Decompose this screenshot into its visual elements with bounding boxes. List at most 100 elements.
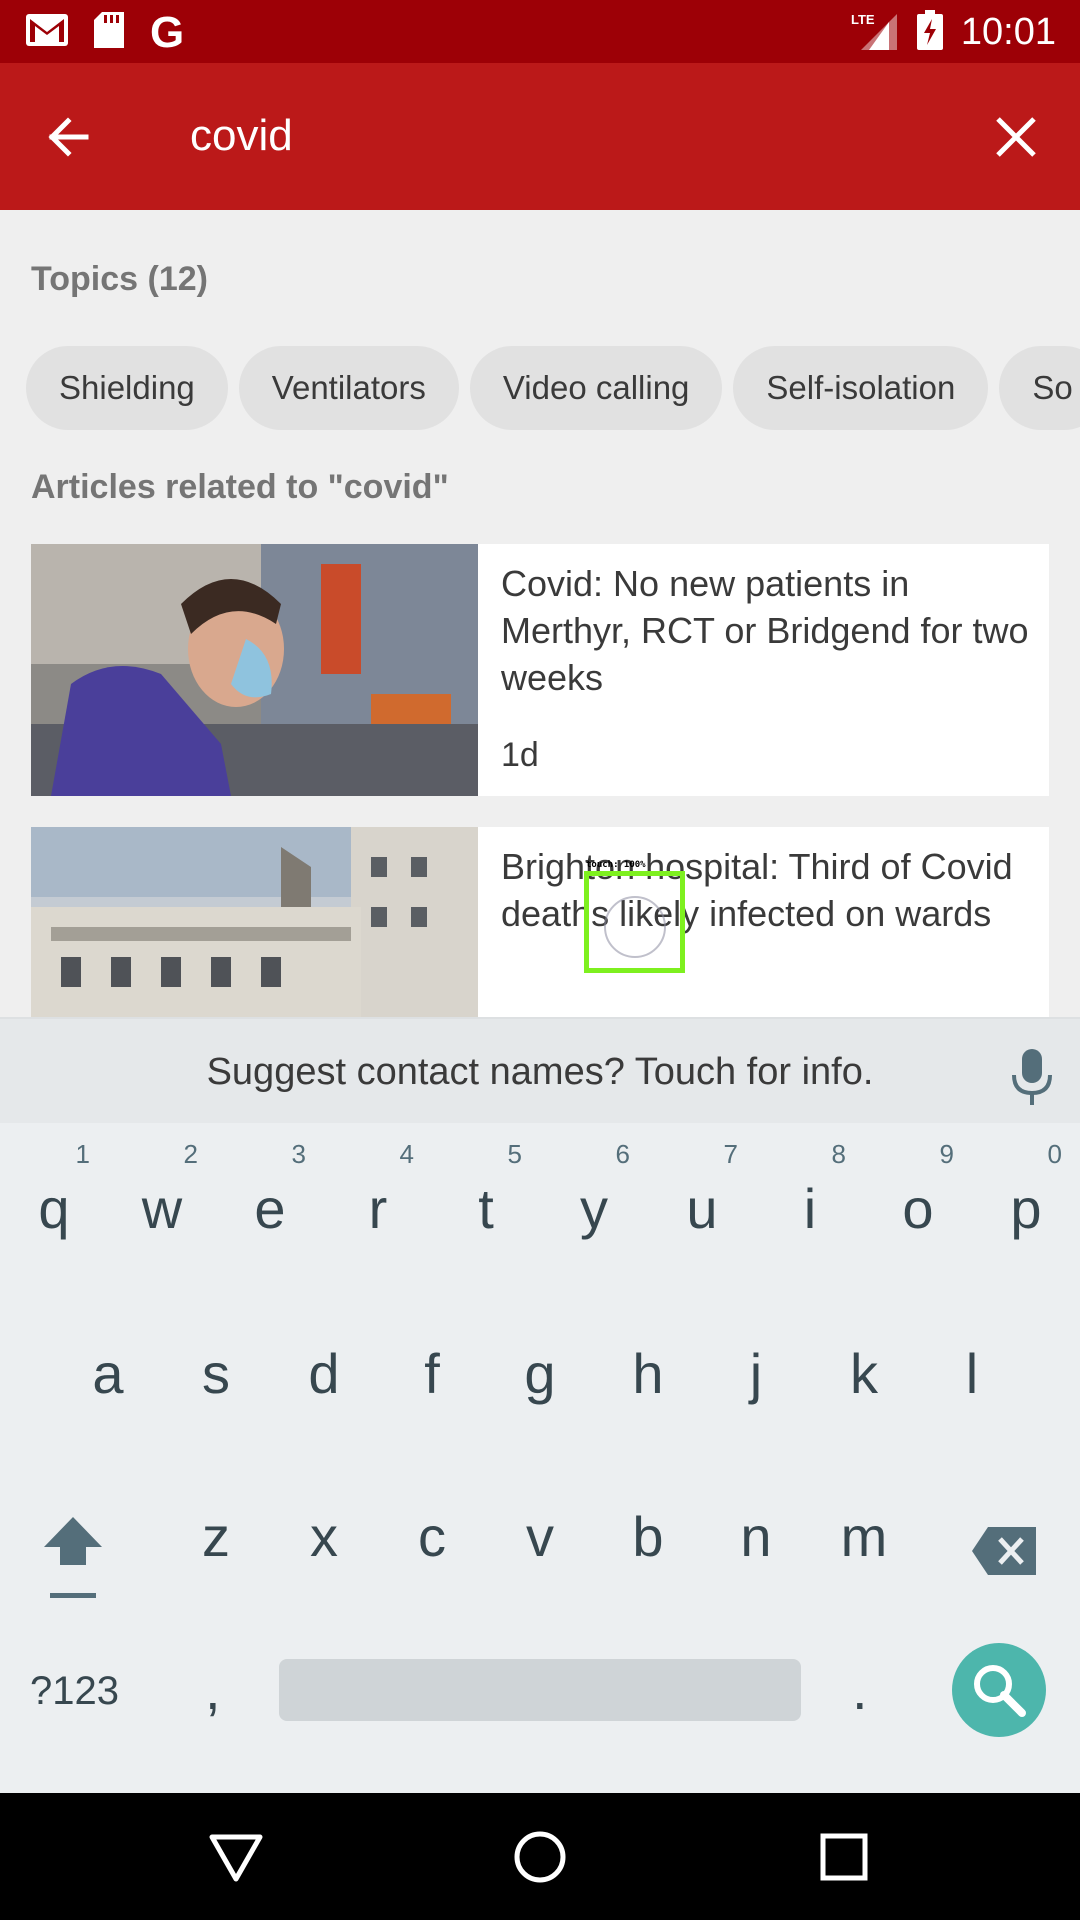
key-j[interactable]: j	[702, 1294, 810, 1444]
key-x[interactable]: x	[270, 1457, 378, 1607]
article-card[interactable]: Covid: No new patients in Merthyr, RCT o…	[31, 544, 1049, 796]
key-label: x	[310, 1505, 338, 1568]
arrow-left-icon[interactable]	[40, 109, 100, 165]
article-age: 1d	[501, 736, 539, 774]
lte-signal-icon: LTE	[851, 10, 899, 55]
key-v[interactable]: v	[486, 1457, 594, 1607]
keyboard: Suggest contact names? Touch for info. q…	[0, 1017, 1080, 1793]
key-w[interactable]: w2	[108, 1129, 216, 1279]
keyboard-row-3: z xcv b n m	[0, 1457, 1080, 1607]
key-label: s	[202, 1342, 230, 1405]
topic-chip-video-calling[interactable]: Video calling	[469, 346, 723, 430]
key-label: u	[686, 1177, 718, 1240]
article-thumbnail	[31, 544, 478, 796]
key-label: i	[803, 1177, 817, 1240]
key-s[interactable]: s	[162, 1294, 270, 1444]
key-number-hint: 3	[291, 1139, 306, 1169]
status-time: 10:01	[960, 11, 1056, 53]
article-card[interactable]: Brighton hospital: Third of Covid deaths…	[31, 827, 1049, 1017]
microphone-icon[interactable]	[1010, 1049, 1054, 1105]
key-u[interactable]: u7	[648, 1129, 756, 1279]
search-key[interactable]	[952, 1643, 1046, 1737]
topic-chip-ventilators[interactable]: Ventilators	[238, 346, 459, 430]
key-label: m	[840, 1505, 888, 1568]
backspace-key[interactable]	[972, 1527, 1036, 1580]
key-n[interactable]: n	[702, 1457, 810, 1607]
key-number-hint: 1	[75, 1139, 90, 1169]
topic-chip-partial[interactable]: So	[999, 346, 1080, 430]
key-label: o	[902, 1177, 934, 1240]
key-label: h	[632, 1342, 664, 1405]
suggestion-strip[interactable]: Suggest contact names? Touch for info.	[0, 1017, 1080, 1123]
key-c[interactable]: c	[378, 1457, 486, 1607]
comma-key[interactable]: ,	[205, 1657, 221, 1722]
key-label: y	[580, 1177, 608, 1240]
key-label: j	[749, 1342, 763, 1405]
battery-charging-icon	[916, 9, 943, 55]
key-label: p	[1010, 1177, 1042, 1240]
key-label: b	[632, 1505, 664, 1568]
key-label: t	[478, 1177, 494, 1240]
svg-text:LTE: LTE	[851, 12, 875, 27]
home-circle-icon[interactable]	[510, 1827, 570, 1887]
space-key[interactable]	[279, 1659, 801, 1721]
key-label: a	[92, 1342, 124, 1405]
search-app-bar: covid	[0, 63, 1080, 210]
key-label: k	[850, 1342, 878, 1405]
keyboard-row-2: a s dfg h j kl	[0, 1294, 1080, 1444]
key-q[interactable]: q1	[0, 1129, 108, 1279]
key-t[interactable]: t5	[432, 1129, 540, 1279]
key-number-hint: 4	[399, 1139, 414, 1169]
key-o[interactable]: o9	[864, 1129, 972, 1279]
key-l[interactable]: l	[918, 1294, 1026, 1444]
topic-chip-shielding[interactable]: Shielding	[26, 346, 228, 430]
key-label: r	[368, 1177, 388, 1240]
articles-heading: Articles related to "covid"	[31, 468, 449, 506]
key-label: d	[308, 1342, 340, 1405]
suggestion-text[interactable]: Suggest contact names? Touch for info.	[0, 1019, 1080, 1125]
key-p[interactable]: p0	[972, 1129, 1080, 1279]
topics-heading: Topics (12)	[31, 260, 208, 298]
key-f[interactable]: f	[378, 1294, 486, 1444]
keyboard-row-4: ?123 , .	[0, 1623, 1080, 1773]
key-number-hint: 5	[507, 1139, 522, 1169]
search-input[interactable]: covid	[190, 108, 293, 164]
navigation-bar	[0, 1793, 1080, 1920]
key-h[interactable]: h	[594, 1294, 702, 1444]
article-headline: Covid: No new patients in Merthyr, RCT o…	[501, 563, 1029, 698]
key-r[interactable]: r4	[324, 1129, 432, 1279]
symbols-key[interactable]: ?123	[30, 1669, 119, 1714]
key-z[interactable]: z	[162, 1457, 270, 1607]
key-label: n	[740, 1505, 772, 1568]
key-label: v	[526, 1505, 554, 1568]
recents-square-icon[interactable]	[814, 1827, 874, 1887]
key-d[interactable]: d	[270, 1294, 378, 1444]
key-number-hint: 0	[1047, 1139, 1062, 1169]
screen: { "status_bar": { "time": "10:01", "netw…	[0, 0, 1080, 1920]
key-label: z	[202, 1505, 230, 1568]
gmail-icon	[26, 14, 68, 51]
key-m[interactable]: m	[810, 1457, 918, 1607]
google-icon: G	[150, 7, 185, 57]
key-k[interactable]: k	[810, 1294, 918, 1444]
key-number-hint: 9	[939, 1139, 954, 1169]
key-label: w	[141, 1177, 183, 1240]
shift-key[interactable]	[40, 1513, 106, 1608]
key-a[interactable]: a	[54, 1294, 162, 1444]
close-icon[interactable]	[988, 109, 1044, 165]
key-i[interactable]: i8	[756, 1129, 864, 1279]
topic-chips: Shielding Ventilators Video calling Self-is…	[26, 346, 1080, 430]
key-g[interactable]: g	[486, 1294, 594, 1444]
key-label: g	[524, 1342, 556, 1405]
key-b[interactable]: b	[594, 1457, 702, 1607]
topic-chip-self-isolation[interactable]: Self-isolation	[733, 346, 989, 430]
article-headline: Brighton hospital: Third of Covid deaths…	[501, 846, 1013, 934]
key-e[interactable]: e3	[216, 1129, 324, 1279]
keyboard-row-1: q1w2e3r4t5y6u7i8o9p0	[0, 1129, 1080, 1279]
key-label: e	[254, 1177, 286, 1240]
back-triangle-icon[interactable]	[206, 1827, 266, 1887]
period-key[interactable]: .	[852, 1657, 868, 1722]
key-number-hint: 7	[723, 1139, 738, 1169]
key-y[interactable]: y6	[540, 1129, 648, 1279]
touch-highlight-box	[584, 871, 685, 973]
